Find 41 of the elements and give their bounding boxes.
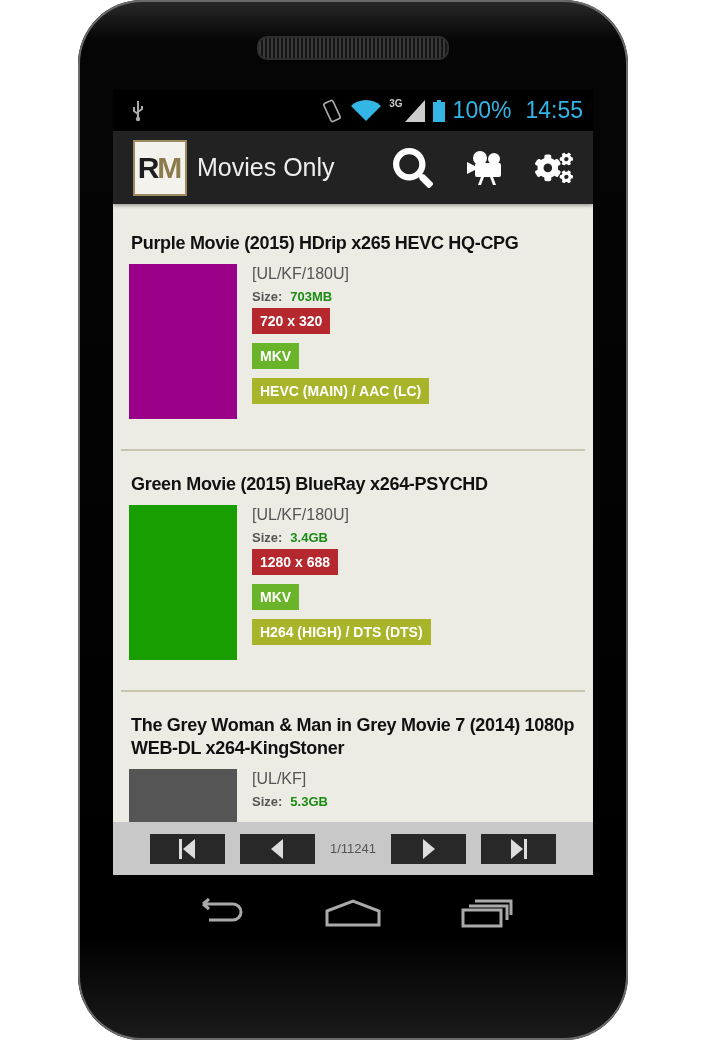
skip-start-icon (179, 838, 196, 859)
movie-camera-button[interactable] (465, 149, 503, 186)
signal-icon (404, 99, 425, 122)
movie-title[interactable]: The Grey Woman & Man in Grey Movie 7 (2014) 1080p WEB-DL x264-KingStoner (131, 714, 577, 760)
format-tag: 1280 x 688 (252, 549, 339, 575)
size-label: Size: (252, 794, 283, 809)
release-flags: [UL/KF/180U] (252, 506, 349, 524)
phone-body: 3G 100% 14:55 RM Movies Only Purple Movie (2015) HDrip x265 HEVC HQ-CPG [UL/KF/180U] Size: 703MB 720 x 320 MKV HEVC (MAIN) / AAC (LC) Green Movie (2015) BlueRay x264-PSYCHD [UL/KF/180U] Size: 3.4GB 1280 x 688 MKV H264 (HIGH) / DTS (DTS) The Grey Woman & Man in Grey Movie 7 (2014) 1080p WEB-DL x264-KingStoner [UL/KF] Size: 5.3GB 1/11241 (78, 0, 628, 1040)
last-page-button[interactable] (481, 833, 556, 864)
release-flags: [UL/KF] (252, 770, 307, 788)
size-value: 3.4GB (290, 530, 328, 545)
vibrate-icon (321, 97, 344, 124)
right-triangle-icon (422, 838, 435, 859)
format-tag: H264 (HIGH) / DTS (DTS) (252, 619, 431, 645)
release-flags: [UL/KF/180U] (252, 265, 349, 283)
search-button[interactable] (393, 147, 433, 188)
clock: 14:55 (525, 97, 583, 124)
next-page-button[interactable] (391, 833, 466, 864)
home-button[interactable] (325, 898, 381, 927)
battery-level: 100% (452, 97, 512, 124)
format-tag: MKV (252, 584, 300, 610)
size-label: Size: (252, 530, 283, 545)
app-logo: RM (133, 139, 187, 196)
first-page-button[interactable] (150, 833, 225, 864)
size-label: Size: (252, 289, 283, 304)
movie-title[interactable]: Purple Movie (2015) HDrip x265 HEVC HQ-CPG (131, 232, 577, 255)
recent-apps-button[interactable] (461, 897, 513, 928)
format-tag: HEVC (MAIN) / AAC (LC) (252, 378, 430, 404)
format-tag: 720 x 320 (252, 308, 331, 334)
page-indicator: 1/11241 (330, 841, 376, 856)
size-value: 703MB (290, 289, 333, 304)
usb-icon (131, 99, 145, 122)
movie-title[interactable]: Green Movie (2015) BlueRay x264-PSYCHD (131, 473, 577, 496)
battery-icon (432, 99, 445, 122)
wifi-icon (351, 98, 382, 123)
app-title: Movies Only (197, 153, 335, 182)
size-value: 5.3GB (290, 794, 328, 809)
previous-page-button[interactable] (240, 833, 315, 864)
format-tag: MKV (252, 343, 300, 369)
skip-end-icon (510, 838, 527, 859)
left-triangle-icon (271, 838, 284, 859)
